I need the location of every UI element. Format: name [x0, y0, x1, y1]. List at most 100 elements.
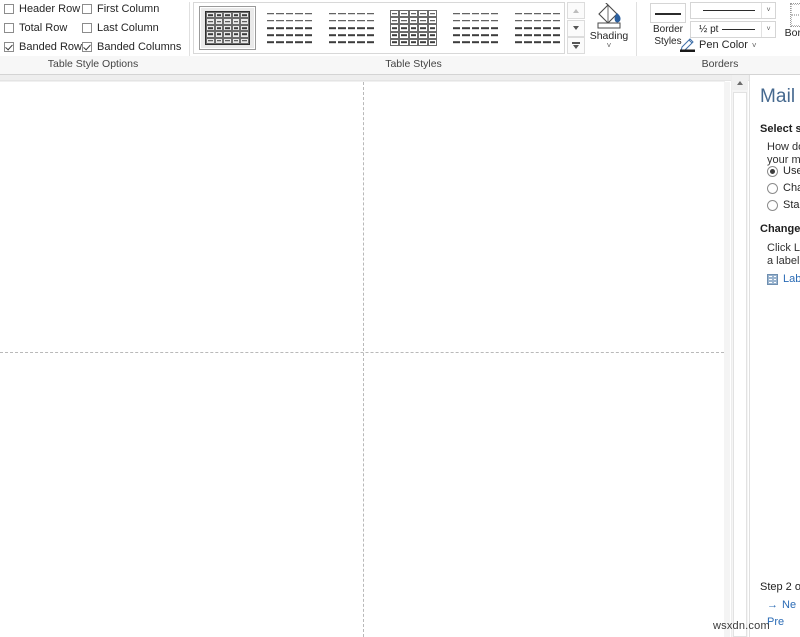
checkbox-banded-rows[interactable]: Banded Rows: [4, 39, 88, 54]
radio-label: Use: [783, 165, 800, 177]
borders-button[interactable]: Borders ˅: [780, 1, 800, 55]
pen-icon: [680, 38, 695, 52]
checkbox-label: First Column: [97, 2, 160, 15]
line-weight-value: ½ pt: [699, 24, 719, 35]
link-label: Lab: [783, 273, 800, 285]
radio-button-indicator[interactable]: [767, 199, 778, 211]
label-options-link[interactable]: Lab: [767, 273, 800, 285]
section2-text-line2: a label: [767, 255, 800, 267]
banded-rows-checkbox-box[interactable]: [4, 41, 14, 52]
line-weight-chevron-icon[interactable]: ˅: [761, 22, 775, 37]
table-style-thumbnail-5[interactable]: [447, 6, 504, 50]
table-style-thumbnail-2[interactable]: [261, 6, 318, 50]
radio-label: Star: [783, 199, 800, 211]
radio-start-from-existing[interactable]: Star: [767, 199, 800, 211]
radio-use-current-document[interactable]: Use: [767, 165, 800, 177]
shading-button[interactable]: Shading ˅: [586, 1, 632, 55]
mail-merge-task-pane[interactable]: Mail Select st How do your ma Use Cha St…: [749, 75, 800, 637]
border-styles-label-line1: Border: [652, 24, 683, 35]
chevron-up-icon: [573, 8, 579, 13]
table-styles-gallery[interactable]: [193, 2, 565, 54]
section2-text-line1: Click La: [767, 242, 800, 254]
page-right-gap: [724, 82, 730, 637]
line-weight-selector[interactable]: ½ pt ˅: [690, 21, 776, 38]
next-step-link[interactable]: → Ne: [767, 599, 796, 611]
ribbon-group-labels: Table Style Options Table Styles Borders: [0, 56, 800, 74]
thumbnail-preview: [328, 10, 375, 46]
radio-change-document-layout[interactable]: Cha: [767, 182, 800, 194]
first-column-checkbox-box[interactable]: [82, 3, 92, 14]
document-top-band: [0, 75, 754, 81]
banded-columns-checkbox-box[interactable]: [82, 41, 92, 52]
group-table-style-options: Header Row First Column Total Row Last C…: [0, 0, 186, 56]
pen-color-label: Pen Color: [699, 39, 748, 51]
table-style-thumbnail-4[interactable]: [385, 6, 442, 50]
table-style-thumbnail-1[interactable]: [199, 6, 256, 50]
thumbnail-preview: [452, 10, 499, 46]
gallery-more-button[interactable]: [567, 37, 585, 54]
last-column-checkbox-box[interactable]: [82, 22, 92, 33]
document-area[interactable]: [0, 75, 754, 637]
scroll-up-arrow[interactable]: [732, 75, 748, 90]
vertical-scrollbar[interactable]: [731, 75, 748, 637]
section1-text-line1: How do: [767, 141, 800, 153]
checkbox-label: Last Column: [97, 21, 159, 34]
ribbon: Header Row First Column Total Row Last C…: [0, 0, 800, 75]
pen-color-button[interactable]: Pen Color ˅: [680, 38, 757, 52]
arrow-right-icon: →: [767, 599, 778, 611]
checkbox-banded-columns[interactable]: Banded Columns: [82, 39, 181, 54]
line-style-chevron-icon[interactable]: ˅: [761, 3, 775, 18]
checkbox-total-row[interactable]: Total Row: [4, 20, 67, 35]
gallery-scroll-buttons: [567, 2, 585, 54]
line-style-preview-icon: [703, 9, 755, 12]
radio-button-indicator[interactable]: [767, 165, 778, 177]
checkbox-label: Total Row: [19, 21, 68, 34]
total-row-checkbox-box[interactable]: [4, 22, 14, 33]
line-weight-preview-icon: [722, 28, 755, 31]
thumbnail-preview: [205, 11, 250, 45]
header-row-checkbox-box[interactable]: [4, 3, 14, 14]
shading-chevron-icon[interactable]: ˅: [586, 42, 632, 50]
gallery-scroll-up-button[interactable]: [567, 2, 585, 19]
group-label-table-style-options: Table Style Options: [47, 58, 139, 70]
table-style-thumbnail-6[interactable]: [509, 6, 564, 50]
group-borders: Border Styles ˅ ½ pt ˅ Pen Color ˅ Bor: [640, 0, 800, 56]
table-gridline-horizontal: [0, 352, 724, 353]
next-label: Ne: [782, 599, 797, 611]
chevron-down-icon: [573, 26, 579, 30]
select-starting-document-heading: Select st: [760, 123, 800, 135]
table-icon: [767, 273, 778, 285]
checkbox-label: Header Row: [19, 2, 81, 15]
document-page[interactable]: [0, 82, 724, 637]
change-document-layout-heading: Change: [760, 223, 800, 235]
checkbox-header-row[interactable]: Header Row: [4, 1, 80, 16]
borders-chevron-icon[interactable]: ˅: [780, 39, 800, 48]
table-gridline-vertical: [363, 82, 364, 637]
thumbnail-preview: [266, 10, 313, 46]
pen-color-chevron-icon[interactable]: ˅: [752, 41, 757, 50]
watermark: wsxdn.com: [713, 620, 770, 632]
radio-button-indicator[interactable]: [767, 182, 778, 194]
border-style-preview-icon: [650, 3, 686, 23]
table-style-thumbnail-3[interactable]: [323, 6, 380, 50]
borders-grid-icon: [790, 3, 800, 27]
chevron-up-icon: [737, 80, 743, 85]
group-label-borders: Borders: [701, 58, 739, 70]
line-style-selector[interactable]: ˅: [690, 2, 776, 19]
line-controls: ˅ ½ pt ˅: [690, 2, 776, 40]
more-bar-icon: [572, 42, 580, 44]
thumbnail-preview: [514, 10, 561, 46]
checkbox-first-column[interactable]: First Column: [82, 1, 159, 16]
checkbox-label: Banded Rows: [19, 40, 88, 53]
radio-label: Cha: [783, 182, 800, 194]
step-indicator: Step 2 o: [760, 581, 800, 593]
thumbnail-preview: [390, 10, 437, 46]
gallery-scroll-down-button[interactable]: [567, 19, 585, 37]
checkbox-last-column[interactable]: Last Column: [82, 20, 159, 35]
scrollbar-thumb[interactable]: [733, 92, 747, 637]
ribbon-groups: Header Row First Column Total Row Last C…: [0, 0, 800, 70]
word-window: Header Row First Column Total Row Last C…: [0, 0, 800, 637]
task-pane-title: Mail: [760, 86, 796, 107]
paint-bucket-icon: [592, 1, 626, 29]
checkbox-label: Banded Columns: [97, 40, 182, 53]
